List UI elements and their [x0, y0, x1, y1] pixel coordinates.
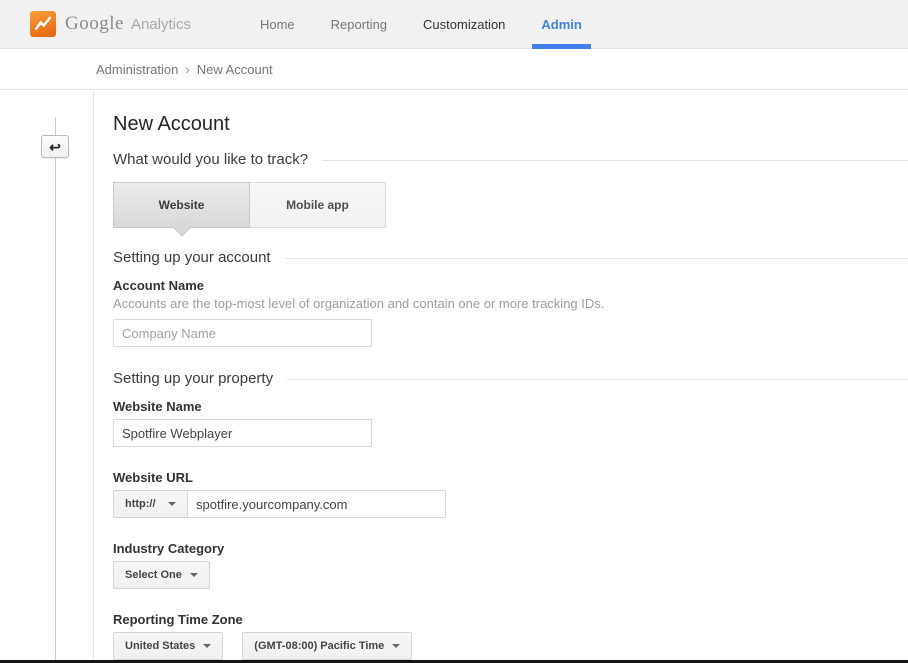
- industry-category-value: Select One: [125, 569, 182, 581]
- nav-reporting[interactable]: Reporting: [322, 0, 396, 49]
- industry-category-label: Industry Category: [113, 541, 225, 556]
- property-section-title: Setting up your property: [113, 370, 274, 387]
- analytics-logo-icon: [30, 11, 56, 37]
- website-name-label: Website Name: [113, 399, 202, 414]
- industry-category-row: Select One: [113, 561, 908, 589]
- tab-mobile-app[interactable]: Mobile app: [249, 182, 386, 228]
- back-arrow-icon: ↩︎: [49, 138, 61, 155]
- page-title: New Account: [113, 113, 230, 135]
- tab-website-label: Website: [158, 198, 205, 212]
- timezone-dropdown[interactable]: (GMT-08:00) Pacific Time: [242, 632, 413, 660]
- track-section-header: What would you like to track?: [113, 151, 908, 169]
- timezone-label: Reporting Time Zone: [113, 612, 243, 627]
- timezone-country-dropdown[interactable]: United States: [113, 632, 224, 660]
- section-rule: [287, 378, 908, 380]
- account-section-title: Setting up your account: [113, 249, 271, 266]
- sidebar-divider-line: [55, 117, 56, 662]
- breadcrumb-separator: ›: [185, 61, 190, 77]
- timezone-row: United States (GMT-08:00) Pacific Time: [113, 632, 908, 660]
- brand-google-text: Google: [65, 13, 124, 34]
- website-url-row: http://: [113, 490, 908, 518]
- tab-website[interactable]: Website: [113, 182, 250, 237]
- chevron-down-icon: [168, 502, 176, 506]
- track-section-title: What would you like to track?: [113, 151, 309, 168]
- account-name-help: Accounts are the top-most level of organ…: [113, 296, 605, 311]
- main-nav: Home Reporting Customization Admin: [251, 0, 609, 49]
- logo[interactable]: Google Analytics: [30, 11, 191, 37]
- industry-category-dropdown[interactable]: Select One: [113, 561, 210, 589]
- breadcrumb: Administration › New Account: [0, 49, 908, 90]
- google-analytics-admin-screen: Google Analytics Home Reporting Customiz…: [0, 0, 908, 663]
- nav-home[interactable]: Home: [251, 0, 304, 49]
- nav-customization[interactable]: Customization: [414, 0, 514, 49]
- chevron-down-icon: [203, 644, 212, 648]
- property-section-header: Setting up your property: [113, 370, 908, 388]
- track-type-tabs: Website Mobile app: [113, 182, 908, 237]
- website-name-input[interactable]: [113, 419, 372, 447]
- breadcrumb-new-account: New Account: [196, 61, 273, 77]
- new-account-form: New Account What would you like to track…: [94, 90, 908, 662]
- account-name-input[interactable]: [113, 319, 372, 347]
- tab-mobile-app-label: Mobile app: [286, 198, 349, 212]
- chevron-down-icon: [189, 573, 198, 577]
- section-rule: [322, 159, 908, 161]
- url-scheme-dropdown[interactable]: http://: [113, 490, 188, 518]
- brand-analytics-text: Analytics: [130, 15, 191, 33]
- website-url-label: Website URL: [113, 470, 193, 485]
- section-rule: [284, 257, 908, 259]
- url-scheme-value: http://: [125, 498, 156, 510]
- active-tab-pointer: [173, 219, 190, 237]
- timezone-value: (GMT-08:00) Pacific Time: [254, 640, 385, 652]
- timezone-country-value: United States: [125, 640, 196, 652]
- chevron-down-icon: [392, 644, 401, 648]
- left-sidebar: ↩︎: [0, 90, 94, 662]
- website-url-input[interactable]: [187, 490, 446, 518]
- account-name-label: Account Name: [113, 278, 205, 293]
- content-area: ↩︎ New Account What would you like to tr…: [0, 90, 908, 662]
- app-header: Google Analytics Home Reporting Customiz…: [0, 0, 908, 49]
- account-section-header: Setting up your account: [113, 249, 908, 267]
- breadcrumb-administration[interactable]: Administration: [96, 62, 178, 77]
- back-button[interactable]: ↩︎: [41, 135, 69, 158]
- nav-admin[interactable]: Admin: [532, 0, 592, 49]
